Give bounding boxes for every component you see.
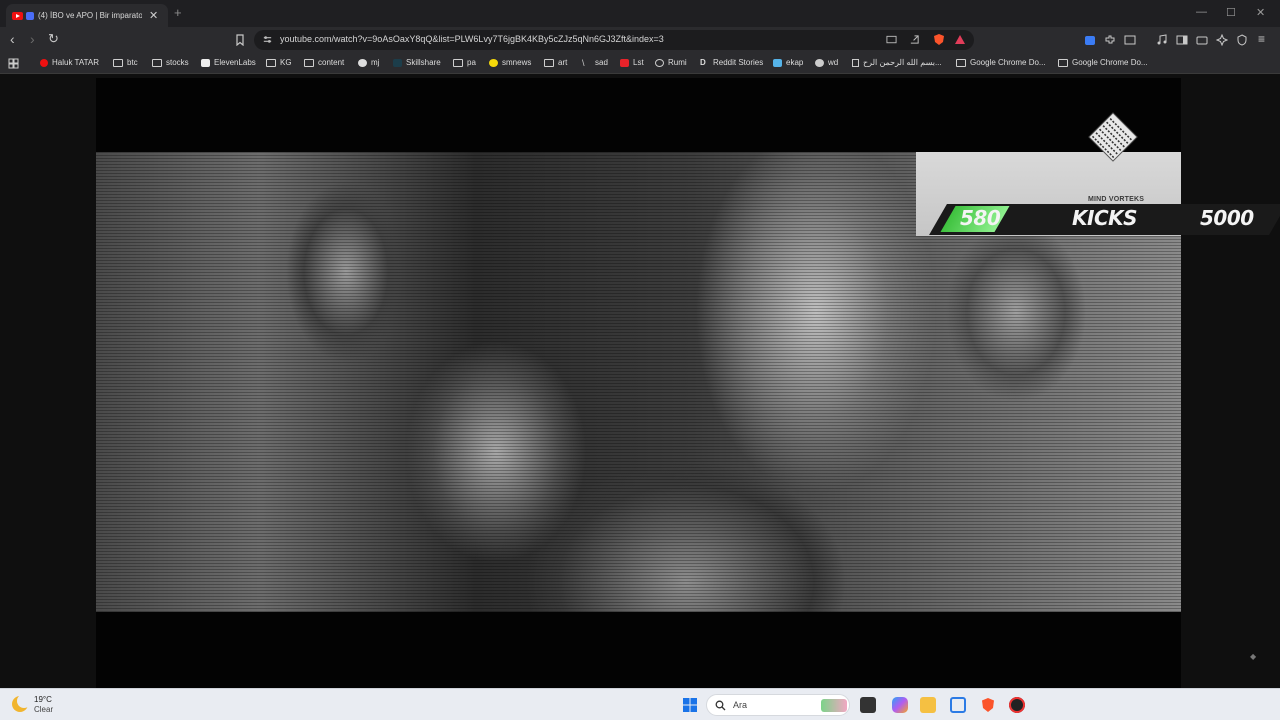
folder-icon (266, 58, 276, 67)
share-icon[interactable] (909, 34, 920, 45)
url-text: youtube.com/watch?v=9oAsOaxY8qQ&list=PLW… (280, 34, 664, 44)
w-icon (815, 58, 824, 67)
puzzle-icon[interactable] (1104, 34, 1116, 46)
bookmark-mj[interactable]: mj (358, 58, 379, 67)
apps-grid-icon[interactable] (8, 58, 19, 69)
page-content: MIND VORTEKS 580 KICKS 5000 ◆ (0, 74, 1280, 688)
skillshare-icon (393, 58, 402, 67)
sidebar-icon[interactable] (1176, 34, 1188, 46)
new-tab-icon[interactable]: + (174, 5, 182, 20)
close-tab-icon[interactable]: ✕ (149, 9, 158, 22)
address-bar[interactable]: youtube.com/watch?v=9oAsOaxY8qQ&list=PLW… (254, 30, 974, 50)
bookmark-ekap[interactable]: ekap (773, 58, 803, 67)
forward-icon[interactable]: › (30, 32, 35, 46)
browser-toolbar: ‹ › ↻ youtube.com/watch?v=9oAsOaxY8qQ&li… (0, 27, 1280, 53)
bookmark-bismillah[interactable]: بسم الله الرحمن الرح... (852, 58, 942, 67)
brand-label: MIND VORTEKS (1088, 196, 1145, 203)
bookmark-pa[interactable]: pa (453, 58, 476, 67)
copilot-icon[interactable] (892, 697, 908, 713)
taskbar-search[interactable]: Ara (706, 694, 850, 716)
bookmark-kg[interactable]: KG (266, 58, 292, 67)
browser-tab[interactable]: (4) İBO ve APO | Bir imparator ✕ (6, 4, 168, 27)
music-icon[interactable] (1156, 34, 1168, 46)
bookmark-google-chrome-1[interactable]: Google Chrome Do... (956, 58, 1046, 67)
bookmark-smnews[interactable]: smnews (489, 58, 531, 67)
globe-icon (655, 58, 664, 67)
bookmark-skillshare[interactable]: Skillshare (393, 58, 441, 67)
kicks-goal: 5000 (1200, 206, 1254, 230)
bookmark-elevenlabs[interactable]: ElevenLabs (201, 58, 256, 67)
maximize-icon[interactable]: ☐ (1226, 6, 1236, 19)
diamond-icon[interactable]: ◆ (1250, 652, 1256, 661)
kicks-count: 580 (960, 206, 1001, 230)
search-icon (715, 700, 726, 711)
smiley-icon (489, 58, 498, 67)
mind-vorteks-logo-icon (1088, 112, 1138, 162)
search-placeholder: Ara (733, 700, 748, 710)
bird-icon (773, 58, 782, 67)
youtube-icon (40, 58, 48, 67)
windows-taskbar: 19°C Clear Ara (0, 688, 1280, 720)
file-explorer-icon[interactable] (920, 697, 936, 713)
folder-icon (956, 58, 966, 67)
bookmark-google-chrome-2[interactable]: Google Chrome Do... (1058, 58, 1148, 67)
bookmark-haluk-tatar[interactable]: Haluk TATAR (40, 58, 99, 67)
folder-icon (152, 58, 162, 67)
bookmark-wd[interactable]: wd (815, 58, 838, 67)
bookmark-content[interactable]: content (304, 58, 344, 67)
folder-icon (304, 58, 314, 67)
moon-icon (12, 694, 31, 712)
kicks-label: KICKS (1072, 206, 1138, 230)
close-window-icon[interactable]: ✕ (1256, 6, 1265, 19)
video-player[interactable]: MIND VORTEKS 580 KICKS 5000 (96, 78, 1280, 688)
s-icon (620, 58, 629, 67)
folder-icon (453, 58, 463, 67)
wallet-icon[interactable] (1196, 34, 1208, 46)
tab-strip: (4) İBO ve APO | Bir imparator ✕ + — ☐ ✕ (0, 0, 1280, 27)
extension-badge-icon[interactable] (1084, 34, 1096, 46)
menu-icon[interactable]: ≡ (1258, 32, 1265, 46)
windows-start-icon[interactable] (682, 697, 698, 713)
cast-icon[interactable] (886, 35, 897, 45)
page-icon (852, 58, 859, 67)
bookmark-rumi[interactable]: Rumi (655, 58, 687, 67)
elevenlabs-icon (201, 58, 210, 67)
bookmark-sad[interactable]: \ sad (582, 58, 608, 67)
v-icon: \ (582, 57, 585, 68)
task-view-icon[interactable] (860, 697, 876, 713)
bookmark-art[interactable]: art (544, 58, 567, 67)
folder-icon (1058, 58, 1068, 67)
brave-rewards-icon[interactable] (954, 34, 966, 45)
brave-shields-icon[interactable] (932, 33, 946, 46)
site-info-icon[interactable] (262, 34, 273, 45)
leo-ai-icon[interactable] (1216, 34, 1228, 46)
weather-temperature: 19°C (34, 695, 52, 704)
screenshot-icon[interactable] (1124, 34, 1136, 46)
snipping-tool-icon[interactable] (950, 697, 966, 713)
minimize-icon[interactable]: — (1196, 6, 1207, 18)
bookmark-reddit-stories[interactable]: D Reddit Stories (700, 58, 763, 67)
youtube-icon (12, 11, 23, 20)
brave-browser-icon[interactable] (980, 697, 996, 713)
bookmark-stocks[interactable]: stocks (152, 58, 189, 67)
vpn-shield-icon[interactable] (1236, 34, 1248, 46)
media-playing-icon (26, 11, 34, 20)
folder-icon (113, 58, 123, 67)
bookmark-btc[interactable]: btc (113, 58, 138, 67)
bookmark-icon[interactable] (234, 34, 246, 46)
folder-icon (544, 58, 554, 67)
reload-icon[interactable]: ↻ (48, 32, 59, 46)
search-highlight-icon (821, 699, 847, 712)
bookmark-lst[interactable]: Lst (620, 58, 644, 67)
tab-title: (4) İBO ve APO | Bir imparator (38, 11, 142, 20)
bookmarks-bar: Haluk TATAR btc stocks ElevenLabs KG con… (0, 53, 1280, 74)
github-icon (358, 58, 367, 67)
back-icon[interactable]: ‹ (10, 32, 15, 46)
weather-condition: Clear (34, 705, 54, 714)
app-with-badge-icon[interactable] (1009, 697, 1025, 713)
d-icon: D (700, 57, 706, 67)
